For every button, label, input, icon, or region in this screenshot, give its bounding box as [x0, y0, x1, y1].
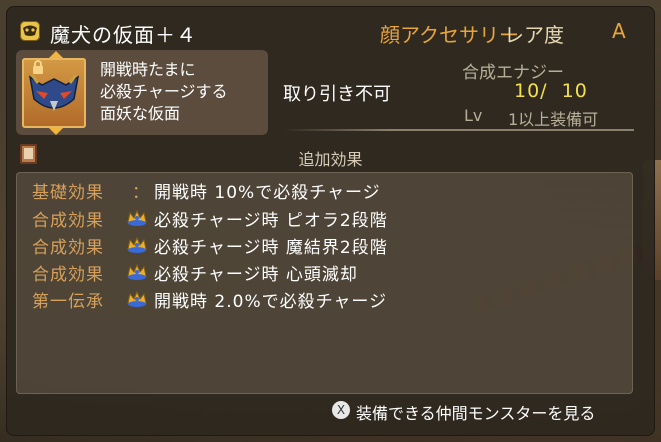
effect-label: 合成効果 [32, 265, 104, 285]
item-card: 開戦時たまに 必殺チャージする 面妖な仮面 [16, 50, 268, 135]
item-description-line: 開戦時たまに [100, 60, 196, 79]
effect-text: 開戦時 10%で必殺チャージ [154, 183, 381, 203]
crown-icon [127, 290, 147, 307]
rarity-value: A [612, 19, 626, 43]
rarity-label: レア度 [504, 23, 564, 47]
effect-colon: ： [132, 183, 149, 203]
item-name: 魔犬の仮面＋４ [50, 23, 197, 47]
level-label: Lv [464, 106, 483, 125]
crown-icon [127, 209, 147, 226]
effect-label: 基礎効果 [32, 183, 104, 203]
item-description: 開戦時たまに 必殺チャージする 面妖な仮面 [100, 59, 228, 125]
mask-item-icon [20, 21, 40, 41]
divider [284, 129, 634, 131]
arrow-up-icon[interactable] [49, 51, 63, 58]
item-title-bar: 魔犬の仮面＋４ 顔アクセサリー レア度 A [14, 14, 644, 48]
effect-label: 合成効果 [32, 238, 104, 258]
level-requirement: 1以上装備可 [508, 110, 599, 129]
effect-label: 第一伝承 [32, 292, 104, 312]
effect-label: 合成効果 [32, 211, 104, 231]
trade-status: 取り引き不可 [283, 84, 391, 105]
effect-text: 開戦時 2.0%で必殺チャージ [154, 292, 388, 312]
x-button-icon: X [332, 401, 350, 419]
effect-text: 必殺チャージ時 ピオラ2段階 [154, 211, 388, 231]
effect-text: 必殺チャージ時 心頭滅却 [154, 265, 358, 285]
section-title: 追加効果 [298, 150, 363, 169]
crown-icon [127, 236, 147, 253]
crown-icon [127, 263, 147, 280]
item-description-line: 必殺チャージする [100, 82, 228, 101]
item-thumbnail[interactable] [22, 51, 86, 135]
effect-text: 必殺チャージ時 魔結界2段階 [154, 238, 388, 258]
demon-mask-icon [28, 74, 80, 111]
item-category: 顔アクセサリー [380, 23, 519, 47]
item-description-line: 面妖な仮面 [100, 104, 181, 123]
synthesis-energy-value: 10/ 10 [514, 80, 588, 102]
footer-action-label: 装備できる仲間モンスターを見る [356, 404, 596, 423]
arrow-down-icon[interactable] [49, 128, 63, 135]
